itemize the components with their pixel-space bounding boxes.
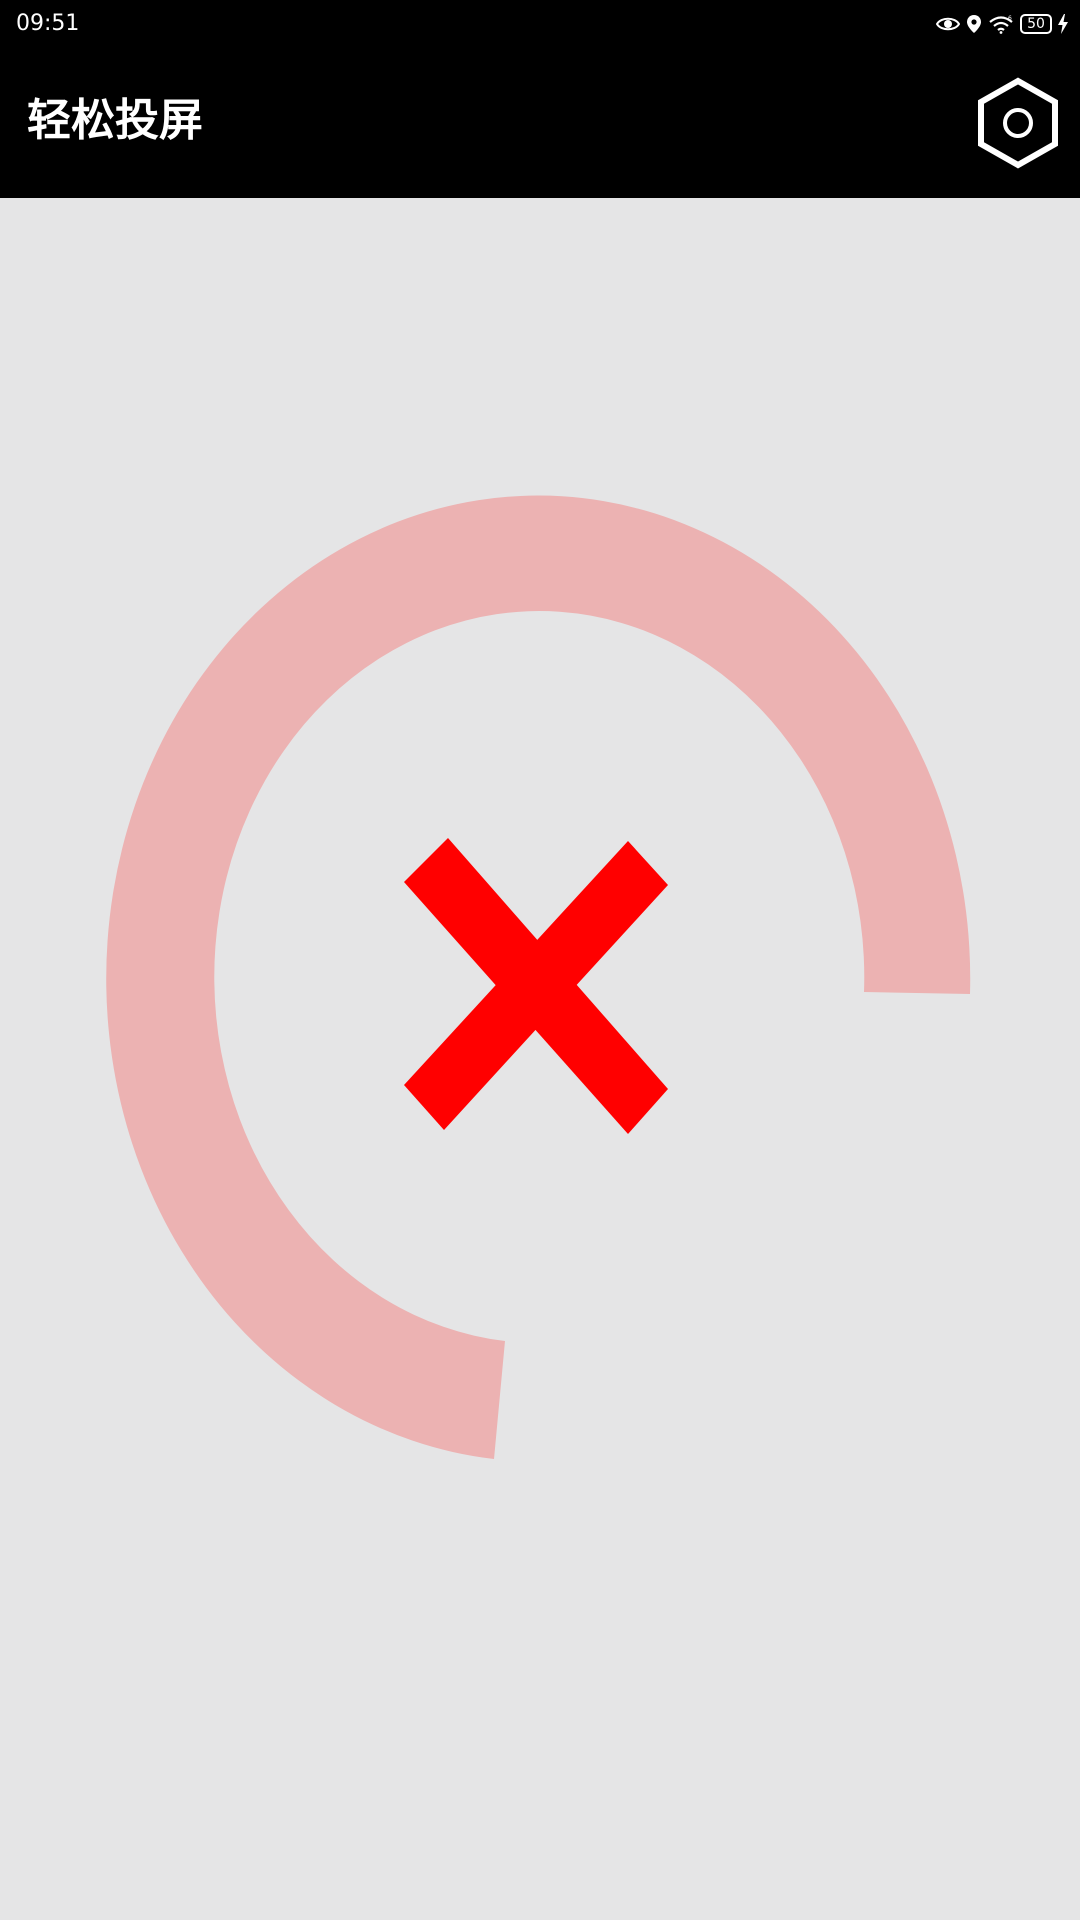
- status-time: 09:51: [16, 11, 80, 36]
- hexagon-settings-icon: [978, 77, 1058, 169]
- app-bar: 轻松投屏: [0, 48, 1080, 198]
- wifi-icon: 6: [988, 14, 1014, 34]
- main-content: [0, 198, 1080, 1920]
- screen: 09:51 6 50 轻松投屏: [0, 0, 1080, 1920]
- svg-text:6: 6: [1008, 15, 1012, 22]
- eye-icon: [936, 15, 960, 33]
- location-icon: [966, 14, 982, 34]
- connection-status-graphic: [106, 495, 971, 1459]
- app-title: 轻松投屏: [27, 95, 203, 146]
- error-x-icon: [404, 838, 668, 1134]
- battery-icon: 50: [1020, 14, 1052, 34]
- settings-button[interactable]: [975, 77, 1061, 169]
- charging-icon: [1058, 14, 1068, 34]
- status-bar: 09:51 6 50: [0, 0, 1080, 48]
- battery-level: 50: [1027, 16, 1045, 32]
- status-icons: 6 50: [936, 10, 1068, 38]
